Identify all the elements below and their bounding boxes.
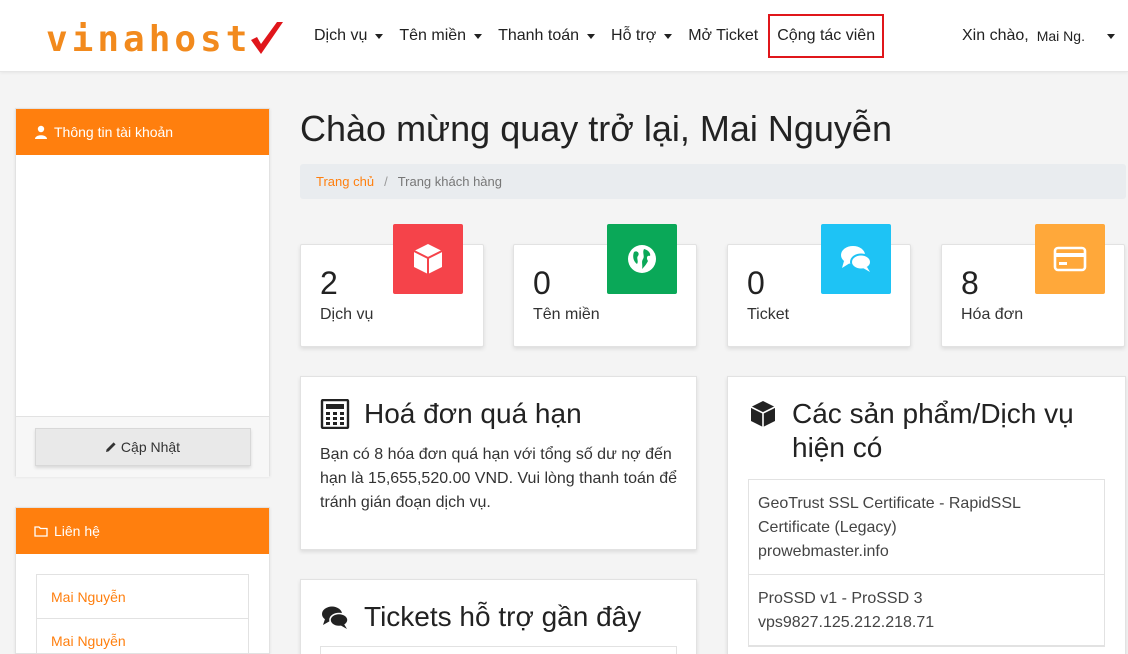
product-name: ProSSD v1 - ProSSD 3 xyxy=(758,590,923,607)
breadcrumb-home-link[interactable]: Trang chủ xyxy=(316,174,374,189)
greeting-text: Xin chào, xyxy=(962,27,1029,44)
product-item[interactable]: GeoTrust SSL Certificate - RapidSSL Cert… xyxy=(749,480,1104,575)
contact-item[interactable]: Mai Nguyễn xyxy=(37,575,248,619)
pencil-icon xyxy=(105,442,116,452)
nav-ten-mien[interactable]: Tên miền xyxy=(391,14,490,58)
active-products-card: Các sản phẩm/Dịch vụ hiện có GeoTrust SS… xyxy=(727,376,1126,654)
caret-down-icon xyxy=(664,33,673,39)
stat-label: Hóa đơn xyxy=(961,306,1024,323)
overdue-invoices-text: Bạn có 8 hóa đơn quá hạn với tổng số dư … xyxy=(320,446,678,511)
contact-panel-header: Liên hệ xyxy=(16,508,269,554)
overdue-invoices-card: Hoá đơn quá hạn Bạn có 8 hóa đơn quá hạn… xyxy=(300,376,697,550)
nav-ho-tro[interactable]: Hỗ trợ xyxy=(603,14,680,58)
update-button-label: Cập Nhật xyxy=(120,439,181,455)
user-menu[interactable]: Xin chào, Mai Ng. xyxy=(962,14,1115,58)
user-name: Mai Ng. xyxy=(1036,28,1085,44)
nav-cong-tac-vien[interactable]: Cộng tác viên xyxy=(768,14,885,58)
cube-icon xyxy=(750,401,776,427)
contact-item[interactable]: Mai Nguyễn xyxy=(37,619,248,654)
stat-value: 2 xyxy=(320,265,338,301)
breadcrumb-separator: / xyxy=(384,174,388,189)
main-nav: Dịch vụ Tên miền Thanh toán Hỗ trợ Mở Ti… xyxy=(306,14,885,58)
product-domain: vps9827.125.212.218.71 xyxy=(758,614,935,631)
active-products-heading: Các sản phẩm/Dịch vụ hiện có xyxy=(748,397,1105,465)
checkmark-icon xyxy=(251,22,284,54)
credit-card-icon xyxy=(1035,224,1105,294)
recent-tickets-title: Tickets hỗ trợ gần đây xyxy=(364,601,642,632)
account-panel-title: Thông tin tài khoản xyxy=(54,124,174,140)
nav-thanh-toan[interactable]: Thanh toán xyxy=(490,14,603,58)
contact-list: Mai Nguyễn Mai Nguyễn xyxy=(36,574,249,654)
logo-text: vinahost xyxy=(46,19,252,60)
active-products-title: Các sản phẩm/Dịch vụ hiện có xyxy=(792,398,1074,463)
stat-label: Dịch vụ xyxy=(320,306,374,323)
stat-value: 0 xyxy=(747,265,765,301)
account-panel-header: Thông tin tài khoản xyxy=(16,109,269,155)
overdue-invoices-title: Hoá đơn quá hạn xyxy=(364,398,582,429)
stat-value: 8 xyxy=(961,265,979,301)
cube-icon xyxy=(393,224,463,294)
recent-tickets-heading: Tickets hỗ trợ gần đây xyxy=(320,600,677,634)
product-name: GeoTrust SSL Certificate - RapidSSL Cert… xyxy=(758,495,1021,536)
calculator-icon xyxy=(320,399,350,429)
recent-tickets-card: Tickets hỗ trợ gần đây xyxy=(300,579,697,654)
tickets-list xyxy=(320,646,677,654)
user-icon xyxy=(35,125,47,139)
caret-down-icon xyxy=(587,33,596,39)
account-panel-footer: Cập Nhật xyxy=(16,417,269,477)
overdue-invoices-heading: Hoá đơn quá hạn xyxy=(320,397,677,431)
breadcrumb-current: Trang khách hàng xyxy=(397,174,502,189)
folder-icon xyxy=(34,526,48,537)
stat-label: Tên miền xyxy=(533,306,600,323)
globe-icon xyxy=(607,224,677,294)
stat-label: Ticket xyxy=(747,306,790,323)
breadcrumb: Trang chủ / Trang khách hàng xyxy=(300,164,1126,199)
caret-down-icon xyxy=(375,33,384,39)
contact-panel: Liên hệ Mai Nguyễn Mai Nguyễn xyxy=(15,507,270,654)
account-panel: Thông tin tài khoản Cập Nhật xyxy=(15,108,270,477)
nav-label: Hỗ trợ xyxy=(611,27,657,44)
nav-label: Thanh toán xyxy=(498,27,580,44)
product-list: GeoTrust SSL Certificate - RapidSSL Cert… xyxy=(748,479,1105,647)
stat-value: 0 xyxy=(533,265,551,301)
product-domain: prowebmaster.info xyxy=(758,543,889,560)
nav-label: Tên miền xyxy=(399,27,467,44)
vinahost-logo[interactable]: vinahost xyxy=(46,14,287,60)
nav-dich-vu[interactable]: Dịch vụ xyxy=(306,14,391,58)
product-item[interactable]: ProSSD v1 - ProSSD 3 vps9827.125.212.218… xyxy=(749,575,1104,646)
chat-icon xyxy=(821,224,891,294)
contact-panel-title: Liên hệ xyxy=(54,523,100,539)
caret-down-icon xyxy=(1106,33,1115,39)
comments-icon xyxy=(322,606,349,629)
caret-down-icon xyxy=(474,33,483,39)
update-button[interactable]: Cập Nhật xyxy=(34,428,251,466)
top-navbar: vinahost Dịch vụ Tên miền Thanh toán Hỗ … xyxy=(0,0,1128,72)
account-panel-body xyxy=(16,155,269,417)
nav-mo-ticket[interactable]: Mở Ticket xyxy=(680,14,766,58)
page-title: Chào mừng quay trở lại, Mai Nguyễn xyxy=(300,108,892,149)
nav-label: Dịch vụ xyxy=(314,27,368,44)
